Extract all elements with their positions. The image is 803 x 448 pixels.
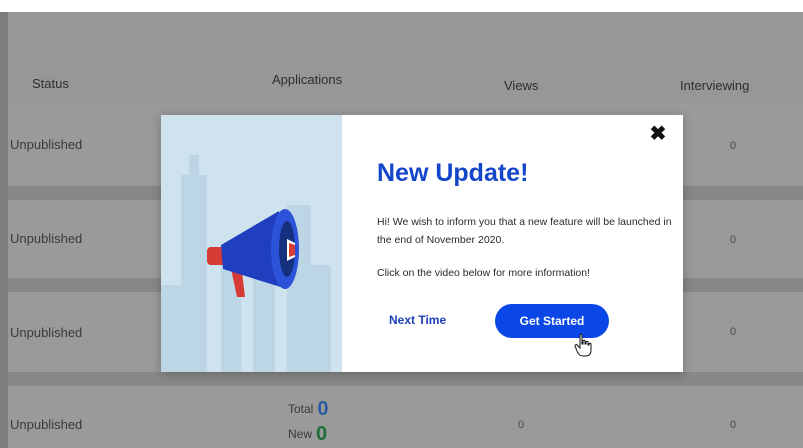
applications-counts: Total 0 New 0 [288, 398, 328, 446]
new-line: New 0 [288, 423, 328, 446]
header-status: Status [32, 76, 69, 91]
status-cell: Unpublished [10, 231, 83, 246]
views-cell: 0 [518, 419, 525, 431]
top-gap [0, 0, 803, 12]
interviewing-cell: 0 [730, 140, 737, 152]
new-value[interactable]: 0 [316, 423, 327, 445]
header-interviewing: Interviewing [680, 78, 750, 93]
table-row[interactable]: Unpublished 0 0 [8, 386, 803, 448]
table-header: Status Applications Views Interviewing [8, 60, 803, 104]
row-divider [8, 372, 803, 386]
top-band [8, 12, 803, 60]
interviewing-cell: 0 [730, 326, 737, 338]
megaphone-icon [207, 209, 299, 297]
total-line: Total 0 [288, 398, 328, 421]
modal-content: New Update! Hi! We wish to inform you th… [342, 115, 683, 372]
modal-message: Hi! We wish to inform you that a new fea… [377, 216, 672, 246]
interviewing-cell: 0 [730, 419, 737, 431]
new-label: New [288, 427, 313, 441]
modal-title: New Update! [377, 159, 529, 187]
hand-cursor-icon [574, 333, 592, 357]
header-applications: Applications [272, 72, 343, 87]
close-icon[interactable]: ✖ [647, 123, 669, 145]
app-screen: Status Applications Views Interviewing U… [0, 0, 803, 448]
modal-message-secondary: Click on the video below for more inform… [377, 267, 591, 279]
interviewing-cell: 0 [730, 234, 737, 246]
modal-illustration [161, 115, 342, 372]
status-cell: Unpublished [10, 417, 83, 432]
total-label: Total [288, 402, 314, 416]
status-cell: Unpublished [10, 137, 83, 152]
status-cell: Unpublished [10, 325, 83, 340]
update-modal: New Update! Hi! We wish to inform you th… [161, 115, 683, 372]
total-value[interactable]: 0 [317, 398, 328, 420]
next-time-button[interactable]: Next Time [389, 313, 446, 327]
header-views: Views [504, 78, 539, 93]
